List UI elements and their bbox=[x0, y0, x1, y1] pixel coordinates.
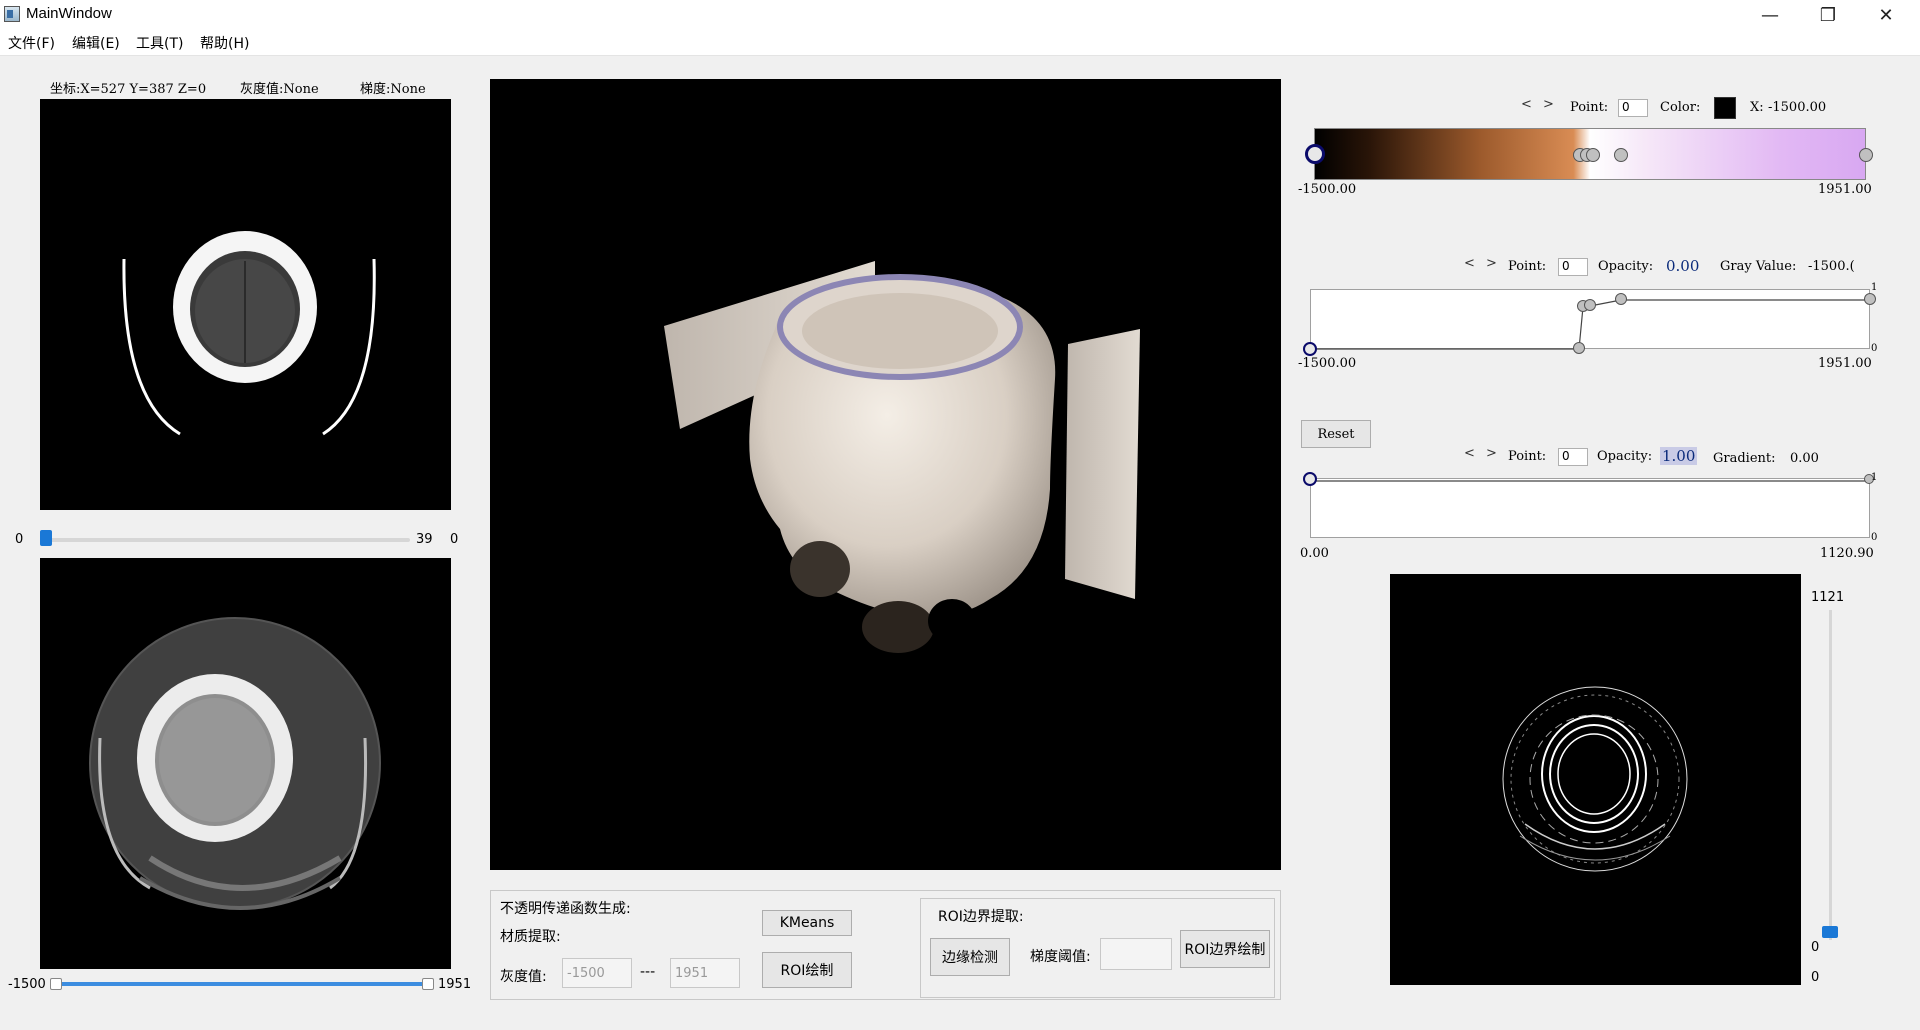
opacity-node-1[interactable] bbox=[1573, 342, 1585, 354]
gradient-max-label: 1120.90 bbox=[1820, 546, 1874, 561]
axial-slice-image bbox=[122, 231, 376, 436]
opacity-prev-arrow[interactable]: < bbox=[1464, 256, 1475, 271]
slice-slider-max: 39 bbox=[416, 532, 433, 547]
edge-detect-button[interactable]: 边缘检测 bbox=[930, 938, 1010, 976]
color-label: Color: bbox=[1660, 100, 1701, 115]
color-swatch[interactable] bbox=[1714, 97, 1736, 119]
gradient-opacity-label: Opacity: bbox=[1597, 449, 1653, 464]
range-slider-min: -1500 bbox=[8, 977, 46, 992]
opacity-max-label: 1951.00 bbox=[1818, 356, 1872, 371]
range-slider-max: 1951 bbox=[438, 977, 472, 992]
color-x-label: X: bbox=[1750, 100, 1764, 115]
slice-slider-track[interactable] bbox=[40, 538, 410, 542]
menu-bar bbox=[0, 30, 1920, 56]
axial-slice-view[interactable] bbox=[40, 99, 451, 510]
color-point-label: Point: bbox=[1570, 100, 1609, 115]
gradient-prev-arrow[interactable]: < bbox=[1464, 446, 1475, 461]
opacity-gray-value: -1500.( bbox=[1808, 259, 1855, 274]
edge-slider-min: 0 bbox=[1811, 970, 1820, 985]
gradient-node-0[interactable] bbox=[1303, 472, 1317, 486]
color-next-arrow[interactable]: > bbox=[1543, 97, 1554, 112]
gradient-y-bottom: 0 bbox=[1871, 532, 1878, 543]
opacity-tf-title: 不透明传递函数生成: bbox=[500, 901, 631, 917]
opacity-gray-label: Gray Value: bbox=[1720, 259, 1797, 274]
gradient-opacity-value[interactable]: 1.00 bbox=[1660, 447, 1698, 465]
roi-boundary-title: ROI边界提取: bbox=[938, 909, 1024, 925]
opacity-label: Opacity: bbox=[1598, 259, 1654, 274]
gradient-gradient-value: 0.00 bbox=[1790, 451, 1819, 466]
close-button[interactable]: ✕ bbox=[1857, 0, 1915, 30]
edge-slider-handle[interactable] bbox=[1822, 926, 1838, 938]
material-label: 材质提取: bbox=[500, 929, 561, 945]
grad-threshold-label: 梯度阈值: bbox=[1030, 949, 1091, 965]
gray-max-field[interactable]: 1951 bbox=[670, 958, 740, 988]
opacity-node-4[interactable] bbox=[1615, 293, 1627, 305]
roi-draw-button[interactable]: ROI绘制 bbox=[762, 952, 852, 988]
edge-detection-image bbox=[1502, 686, 1688, 872]
menu-edit[interactable]: 编辑(E) bbox=[72, 33, 120, 53]
window-title: MainWindow bbox=[26, 5, 112, 22]
gradient-tf-curve bbox=[1311, 480, 1870, 482]
edge-slider-track[interactable] bbox=[1829, 610, 1832, 940]
color-node-0[interactable] bbox=[1305, 144, 1325, 164]
range-slider-low-handle[interactable] bbox=[50, 978, 62, 990]
color-x-value: -1500.00 bbox=[1768, 100, 1827, 115]
skull-volume-render bbox=[664, 261, 1140, 653]
gradient-y-top: 1 bbox=[1871, 472, 1878, 483]
opacity-point-input[interactable]: 0 bbox=[1558, 258, 1588, 276]
opacity-node-0[interactable] bbox=[1303, 342, 1317, 356]
gray-value-label: 灰度值: bbox=[500, 969, 547, 985]
gray-separator: --- bbox=[640, 964, 656, 980]
opacity-value: 0.00 bbox=[1666, 257, 1700, 275]
minimize-button[interactable]: — bbox=[1741, 0, 1799, 30]
app-icon bbox=[4, 6, 20, 22]
menu-file[interactable]: 文件(F) bbox=[8, 33, 55, 53]
opacity-tf-editor[interactable] bbox=[1310, 289, 1870, 350]
opacity-y-bottom: 0 bbox=[1871, 343, 1878, 354]
slice-slider-min: 0 bbox=[15, 532, 24, 547]
opacity-next-arrow[interactable]: > bbox=[1486, 256, 1497, 271]
projection-slice-image bbox=[89, 617, 381, 910]
opacity-point-label: Point: bbox=[1508, 259, 1547, 274]
range-slider-high-handle[interactable] bbox=[422, 978, 434, 990]
color-node-3[interactable] bbox=[1586, 148, 1600, 162]
maximize-button[interactable]: ❐ bbox=[1799, 0, 1857, 30]
range-slider-fill bbox=[56, 982, 428, 986]
coords-readout: 坐标:X=527 Y=387 Z=0 bbox=[50, 82, 207, 97]
menu-help[interactable]: 帮助(H) bbox=[200, 33, 249, 53]
gradient-min-label: 0.00 bbox=[1300, 546, 1329, 561]
volume-render-view[interactable] bbox=[490, 79, 1281, 870]
color-max-label: 1951.00 bbox=[1818, 182, 1872, 197]
color-node-4[interactable] bbox=[1614, 148, 1628, 162]
kmeans-button[interactable]: KMeans bbox=[762, 910, 852, 936]
gradient-point-label: Point: bbox=[1508, 449, 1547, 464]
color-point-input[interactable]: 0 bbox=[1618, 99, 1648, 117]
menu-tools[interactable]: 工具(T) bbox=[136, 33, 183, 53]
opacity-y-top: 1 bbox=[1871, 282, 1878, 293]
gradient-point-input[interactable]: 0 bbox=[1558, 448, 1588, 466]
color-node-5[interactable] bbox=[1859, 148, 1873, 162]
gradient-gradient-label: Gradient: bbox=[1713, 451, 1776, 466]
color-prev-arrow[interactable]: < bbox=[1521, 97, 1532, 112]
slice-slider-value: 0 bbox=[450, 532, 459, 547]
color-min-label: -1500.00 bbox=[1298, 182, 1357, 197]
gray-min-field[interactable]: -1500 bbox=[562, 958, 632, 988]
gradient-tf-editor[interactable] bbox=[1310, 478, 1870, 538]
opacity-node-3[interactable] bbox=[1584, 299, 1596, 311]
opacity-min-label: -1500.00 bbox=[1298, 356, 1357, 371]
gradient-next-arrow[interactable]: > bbox=[1486, 446, 1497, 461]
slice-slider-handle[interactable] bbox=[40, 530, 52, 546]
projection-slice-view[interactable] bbox=[40, 558, 451, 969]
edge-detection-view[interactable] bbox=[1390, 574, 1801, 985]
opacity-node-5[interactable] bbox=[1864, 293, 1876, 305]
grad-threshold-field[interactable] bbox=[1100, 938, 1172, 970]
gradient-readout: 梯度:None bbox=[360, 82, 426, 97]
edge-slider-max: 1121 bbox=[1811, 590, 1845, 605]
title-bar bbox=[0, 0, 1920, 30]
roi-boundary-draw-button[interactable]: ROI边界绘制 bbox=[1180, 930, 1270, 968]
gray-readout: 灰度值:None bbox=[240, 82, 319, 97]
reset-button[interactable]: Reset bbox=[1301, 420, 1371, 448]
edge-slider-value: 0 bbox=[1811, 940, 1820, 955]
